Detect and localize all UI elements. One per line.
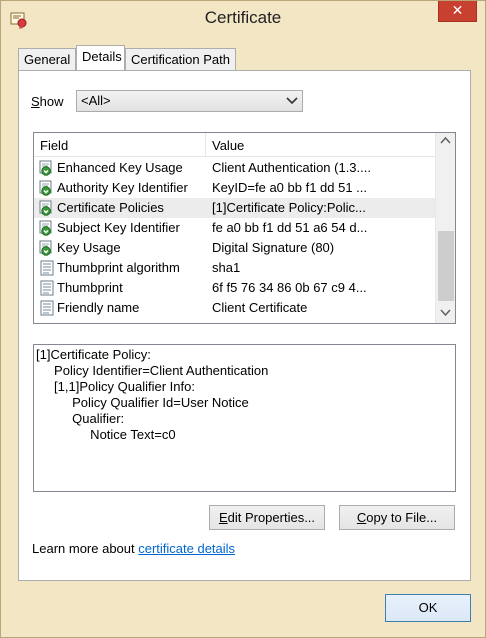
- edit-label: dit Properties...: [227, 510, 316, 525]
- chevron-down-icon: [286, 93, 298, 112]
- certificate-dialog: Certificate ✕ General Details Certificat…: [0, 0, 486, 638]
- detail-line: [1,1]Policy Qualifier Info:: [36, 379, 195, 394]
- title-bar[interactable]: Certificate ✕: [1, 1, 485, 39]
- show-label-accesskey: S: [31, 94, 40, 109]
- extension-icon: [39, 180, 55, 196]
- column-header-value[interactable]: Value: [206, 133, 435, 157]
- show-dropdown-value: <All>: [81, 93, 111, 108]
- edit-accesskey: E: [218, 510, 228, 525]
- row-value: fe a0 bb f1 dd 51 a6 54 d...: [212, 220, 368, 235]
- row-field: Friendly name: [57, 300, 140, 315]
- tab-details-label: Details: [82, 49, 122, 64]
- list-row[interactable]: Authority Key Identifier KeyID=fe a0 bb f…: [34, 178, 435, 198]
- scroll-up-icon[interactable]: [436, 133, 455, 150]
- extension-icon: [39, 240, 55, 256]
- list-row[interactable]: Enhanced Key Usage Client Authentication …: [34, 158, 435, 178]
- row-value: Client Certificate: [212, 300, 308, 315]
- row-field: Thumbprint algorithm: [57, 260, 180, 275]
- list-row[interactable]: Thumbprint 6f f5 76 34 86 0b 67 c9 4...: [34, 278, 435, 298]
- scroll-thumb[interactable]: [438, 231, 454, 301]
- close-icon: ✕: [451, 3, 464, 19]
- learn-more-prefix: Learn more about: [32, 541, 139, 556]
- detail-line: Qualifier:: [36, 411, 125, 426]
- copy-accesskey: C: [356, 510, 367, 525]
- list-header: Field Value: [34, 133, 435, 157]
- list-row[interactable]: Friendly name Client Certificate: [34, 298, 435, 318]
- row-value: 6f f5 76 34 86 0b 67 c9 4...: [212, 280, 367, 295]
- row-value: Digital Signature (80): [212, 240, 335, 255]
- tab-details[interactable]: Details: [76, 45, 125, 70]
- row-value: KeyID=fe a0 bb f1 dd 51 ...: [212, 180, 368, 195]
- edit-properties-button[interactable]: Edit Properties...: [209, 505, 325, 530]
- tab-certification-path-label: Certification Path: [131, 52, 230, 67]
- copy-to-file-button[interactable]: Copy to File...: [339, 505, 455, 530]
- row-value: sha1: [212, 260, 241, 275]
- show-label: Show: [31, 94, 64, 109]
- tab-certification-path[interactable]: Certification Path: [125, 48, 236, 70]
- row-field: Thumbprint: [57, 280, 123, 295]
- vertical-scrollbar[interactable]: [435, 133, 455, 323]
- detail-line: Notice Text=c0: [36, 427, 176, 442]
- list-row[interactable]: Key Usage Digital Signature (80): [34, 238, 435, 258]
- list-row[interactable]: Thumbprint algorithm sha1: [34, 258, 435, 278]
- row-field: Key Usage: [57, 240, 121, 255]
- property-icon: [39, 280, 55, 296]
- field-detail-text[interactable]: [1]Certificate Policy: Policy Identifier…: [33, 344, 456, 492]
- column-header-field[interactable]: Field: [34, 133, 206, 157]
- detail-line: Policy Qualifier Id=User Notice: [36, 395, 249, 410]
- show-label-text: how: [39, 94, 64, 109]
- close-button[interactable]: ✕: [438, 1, 477, 22]
- row-value: [1]Certificate Policy:Polic...: [212, 200, 366, 215]
- row-field: Subject Key Identifier: [57, 220, 180, 235]
- details-panel: Show <All> Field Value Enhanced Key Usag…: [18, 70, 471, 581]
- row-field: Certificate Policies: [57, 200, 164, 215]
- scroll-down-icon[interactable]: [436, 306, 455, 323]
- show-dropdown[interactable]: <All>: [76, 90, 303, 112]
- extension-icon: [39, 220, 55, 236]
- certificate-details-link[interactable]: certificate details: [138, 541, 235, 556]
- row-field: Authority Key Identifier: [57, 180, 188, 195]
- list-row[interactable]: Certificate Policies [1]Certificate Polic…: [34, 198, 435, 218]
- detail-line: Policy Identifier=Client Authentication: [36, 363, 269, 378]
- property-icon: [39, 260, 55, 276]
- extension-icon: [39, 160, 55, 176]
- row-value: Client Authentication (1.3....: [212, 160, 371, 175]
- copy-label: opy to File...: [366, 510, 438, 525]
- row-field: Enhanced Key Usage: [57, 160, 183, 175]
- extension-icon: [39, 200, 55, 216]
- list-row[interactable]: Subject Key Identifier fe a0 bb f1 dd 51 …: [34, 218, 435, 238]
- tab-general[interactable]: General: [18, 48, 77, 70]
- ok-button[interactable]: OK: [385, 594, 471, 622]
- tab-general-label: General: [24, 52, 71, 67]
- window-title: Certificate: [204, 8, 282, 27]
- property-icon: [39, 300, 55, 316]
- fields-list[interactable]: Field Value Enhanced Key Usage Client Aut…: [33, 132, 456, 324]
- learn-more-text: Learn more about certificate details: [32, 541, 235, 556]
- detail-line: [1]Certificate Policy:: [36, 347, 151, 362]
